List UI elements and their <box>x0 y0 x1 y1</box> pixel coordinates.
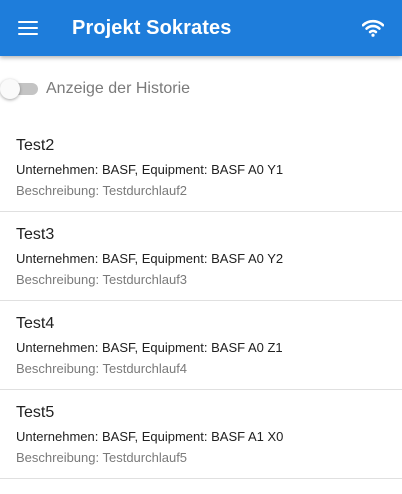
item-company-equipment: Unternehmen: BASF, Equipment: BASF A0 Y2 <box>16 251 284 266</box>
item-title: Test5 <box>16 404 55 421</box>
list-item[interactable]: Test5 Unternehmen: BASF, Equipment: BASF… <box>0 390 402 479</box>
item-description: Beschreibung: Testdurchlauf2 <box>16 183 188 198</box>
item-title: Test4 <box>16 315 55 332</box>
item-company-equipment: Unternehmen: BASF, Equipment: BASF A0 Y1 <box>16 162 284 177</box>
item-title: Test3 <box>16 226 55 243</box>
list-item[interactable]: Test3 Unternehmen: BASF, Equipment: BASF… <box>0 212 402 301</box>
history-toggle-label: Anzeige der Historie <box>46 80 191 97</box>
list-item[interactable]: Test4 Unternehmen: BASF, Equipment: BASF… <box>0 301 402 390</box>
app-bar: Projekt Sokrates <box>0 0 402 56</box>
item-description: Beschreibung: Testdurchlauf4 <box>16 361 188 376</box>
history-toggle-row: Anzeige der Historie <box>0 73 402 105</box>
item-description: Beschreibung: Testdurchlauf3 <box>16 272 188 287</box>
item-description: Beschreibung: Testdurchlauf5 <box>16 450 188 465</box>
app-title: Projekt Sokrates <box>72 17 232 39</box>
list-item[interactable]: Test2 Unternehmen: BASF, Equipment: BASF… <box>0 123 402 212</box>
history-toggle[interactable] <box>0 79 40 99</box>
item-title: Test2 <box>16 137 55 154</box>
wifi-icon[interactable] <box>362 19 384 37</box>
test-list: Test2 Unternehmen: BASF, Equipment: BASF… <box>0 123 402 479</box>
menu-icon[interactable] <box>18 21 38 35</box>
toggle-thumb <box>0 79 20 99</box>
item-company-equipment: Unternehmen: BASF, Equipment: BASF A1 X0 <box>16 429 284 444</box>
item-company-equipment: Unternehmen: BASF, Equipment: BASF A0 Z1 <box>16 340 283 355</box>
